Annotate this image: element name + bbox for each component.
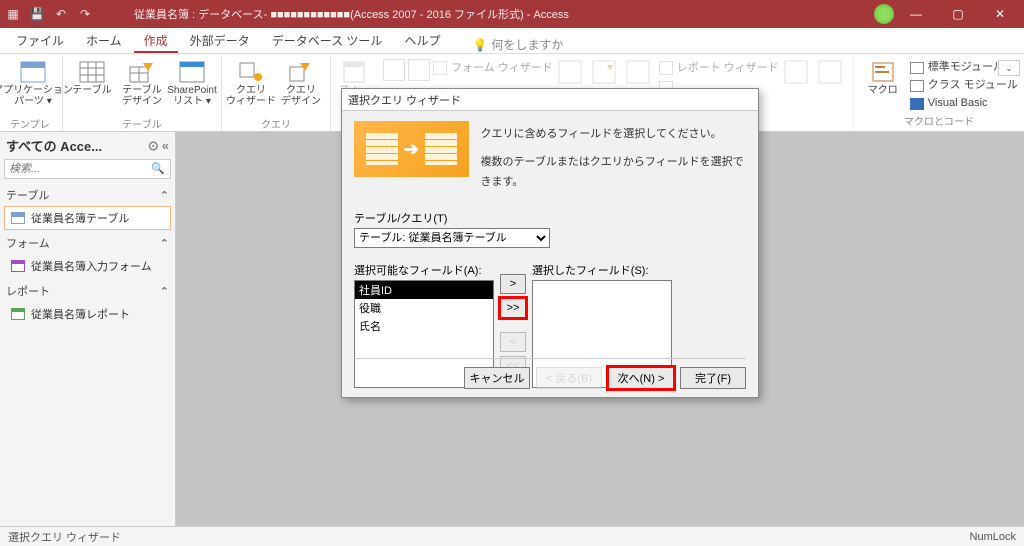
ribbon-group-label: マクロとコード [904,112,974,130]
form-icon [11,260,25,272]
save-icon[interactable]: 💾 [28,5,46,23]
user-avatar[interactable] [874,4,894,24]
chevron-up-icon: ⌃ [160,189,169,202]
minimize-button[interactable]: ― [896,0,936,28]
nav-search-input[interactable] [4,159,171,179]
nav-section-tables[interactable]: テーブル⌃ [0,183,175,205]
report-wizard-button[interactable]: レポート ウィザード [659,59,779,77]
form-wizard-button[interactable]: フォーム ウィザード [433,59,553,77]
nav-item-form[interactable]: 従業員名簿入力フォーム [4,254,171,278]
visual-basic-button[interactable]: Visual Basic [910,95,1018,112]
search-icon: 💡 [472,38,487,52]
back-button[interactable]: < 戻る(B) [536,367,602,389]
undo-icon[interactable]: ↶ [52,5,70,23]
next-button[interactable]: 次へ(N) > [608,367,674,389]
table-query-select[interactable]: テーブル: 従業員名簿テーブル [354,228,550,248]
collapse-ribbon-button[interactable]: ⌄ [998,60,1020,76]
ribbon-group-queries: クエリ ウィザード クエリ デザイン クエリ [222,56,331,131]
nav-item-table[interactable]: 従業員名簿テーブル [4,206,171,230]
ribbon-group-label: テーブル [122,115,161,133]
tab-home[interactable]: ホーム [76,28,132,53]
dialog-title: 選択クエリ ウィザード [342,89,758,111]
window-title: 従業員名簿 : データベース- ■■■■■■■■■■■■(Access 2007… [94,6,874,22]
maximize-button[interactable]: ▢ [938,0,978,28]
cancel-button[interactable]: キャンセル [464,367,530,389]
nav-section-reports[interactable]: レポート⌃ [0,279,175,301]
table-button[interactable]: テーブル [69,59,115,115]
tab-help[interactable]: ヘルプ [394,28,450,53]
app-parts-button[interactable]: アプリケーション パーツ ▾ [10,59,56,115]
close-button[interactable]: ✕ [980,0,1020,28]
table-icon [11,212,25,224]
table-query-label: テーブル/クエリ(T) [354,210,746,226]
query-wizard-dialog: 選択クエリ ウィザード ➔ クエリに含めるフィールドを選択してください。 複数の… [341,88,759,398]
ribbon-tabs: ファイル ホーム 作成 外部データ データベース ツール ヘルプ 💡 何をします… [0,28,1024,54]
class-module-button[interactable]: クラス モジュール [910,77,1018,94]
nav-title: すべての Acce... [6,136,102,155]
nav-dropdown-icon[interactable]: ⊙ [148,138,159,154]
list-item[interactable]: 氏名 [355,317,493,335]
app-icon: ▦ [4,5,22,23]
chevron-up-icon: ⌃ [160,237,169,250]
nav-section-forms[interactable]: フォーム⌃ [0,231,175,253]
list-item[interactable]: 社員ID [355,281,493,299]
available-fields-label: 選択可能なフィールド(A): [354,262,494,278]
ribbon-group-tables: テーブル テーブル デザイン SharePoint リスト ▾ テーブル [63,56,222,131]
ribbon-group-template: アプリケーション パーツ ▾ テンプレート [4,56,63,131]
status-numlock: NumLock [970,531,1016,543]
selected-fields-label: 選択したフィールド(S): [532,262,672,278]
statusbar: 選択クエリ ウィザード NumLock [0,526,1024,546]
add-field-button[interactable]: > [500,274,526,294]
add-all-fields-button[interactable]: >> [500,298,526,318]
tab-external[interactable]: 外部データ [180,28,260,53]
table-design-button[interactable]: テーブル デザイン [119,59,165,115]
wizard-desc-2: 複数のテーブルまたはクエリからフィールドを選択できます。 [481,153,746,193]
sharepoint-list-button[interactable]: SharePoint リスト ▾ [169,59,215,115]
navigation-pane: すべての Acce... ⊙ « 🔍 テーブル⌃ 従業員名簿テーブル フォーム⌃… [0,132,176,526]
query-wizard-button[interactable]: クエリ ウィザード [228,59,274,115]
status-left: 選択クエリ ウィザード [8,529,121,545]
tab-create[interactable]: 作成 [134,28,178,53]
report-icon [11,308,25,320]
tab-file[interactable]: ファイル [6,28,74,53]
nav-search[interactable]: 🔍 [4,159,171,179]
tab-dbtools[interactable]: データベース ツール [262,28,393,53]
tell-me-search[interactable]: 💡 何をしますか [472,36,563,53]
chevron-up-icon: ⌃ [160,285,169,298]
titlebar: ▦ 💾 ↶ ↷ 従業員名簿 : データベース- ■■■■■■■■■■■■(Acc… [0,0,1024,28]
list-item[interactable]: 役職 [355,299,493,317]
search-icon: 🔍 [151,162,165,175]
finish-button[interactable]: 完了(F) [680,367,746,389]
macro-button[interactable]: マクロ [860,59,906,115]
ribbon-group-label: クエリ [261,115,291,133]
tell-me-placeholder: 何をしますか [491,36,563,53]
wizard-illustration: ➔ [354,121,469,177]
nav-collapse-icon[interactable]: « [162,138,169,154]
nav-item-report[interactable]: 従業員名簿レポート [4,302,171,326]
redo-icon[interactable]: ↷ [76,5,94,23]
remove-field-button[interactable]: < [500,332,526,352]
query-design-button[interactable]: クエリ デザイン [278,59,324,115]
wizard-desc-1: クエリに含めるフィールドを選択してください。 [481,125,746,145]
